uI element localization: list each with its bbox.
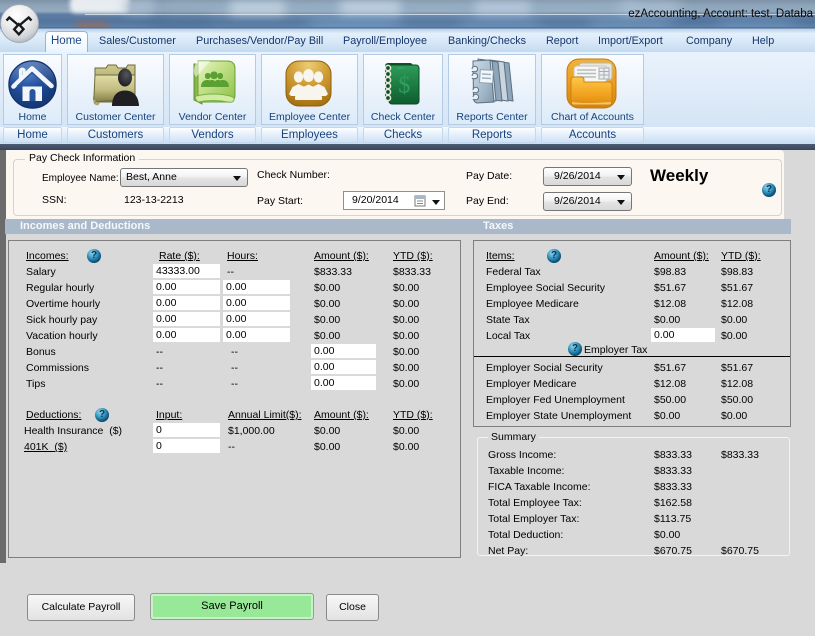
- svg-text:$: $: [398, 72, 410, 98]
